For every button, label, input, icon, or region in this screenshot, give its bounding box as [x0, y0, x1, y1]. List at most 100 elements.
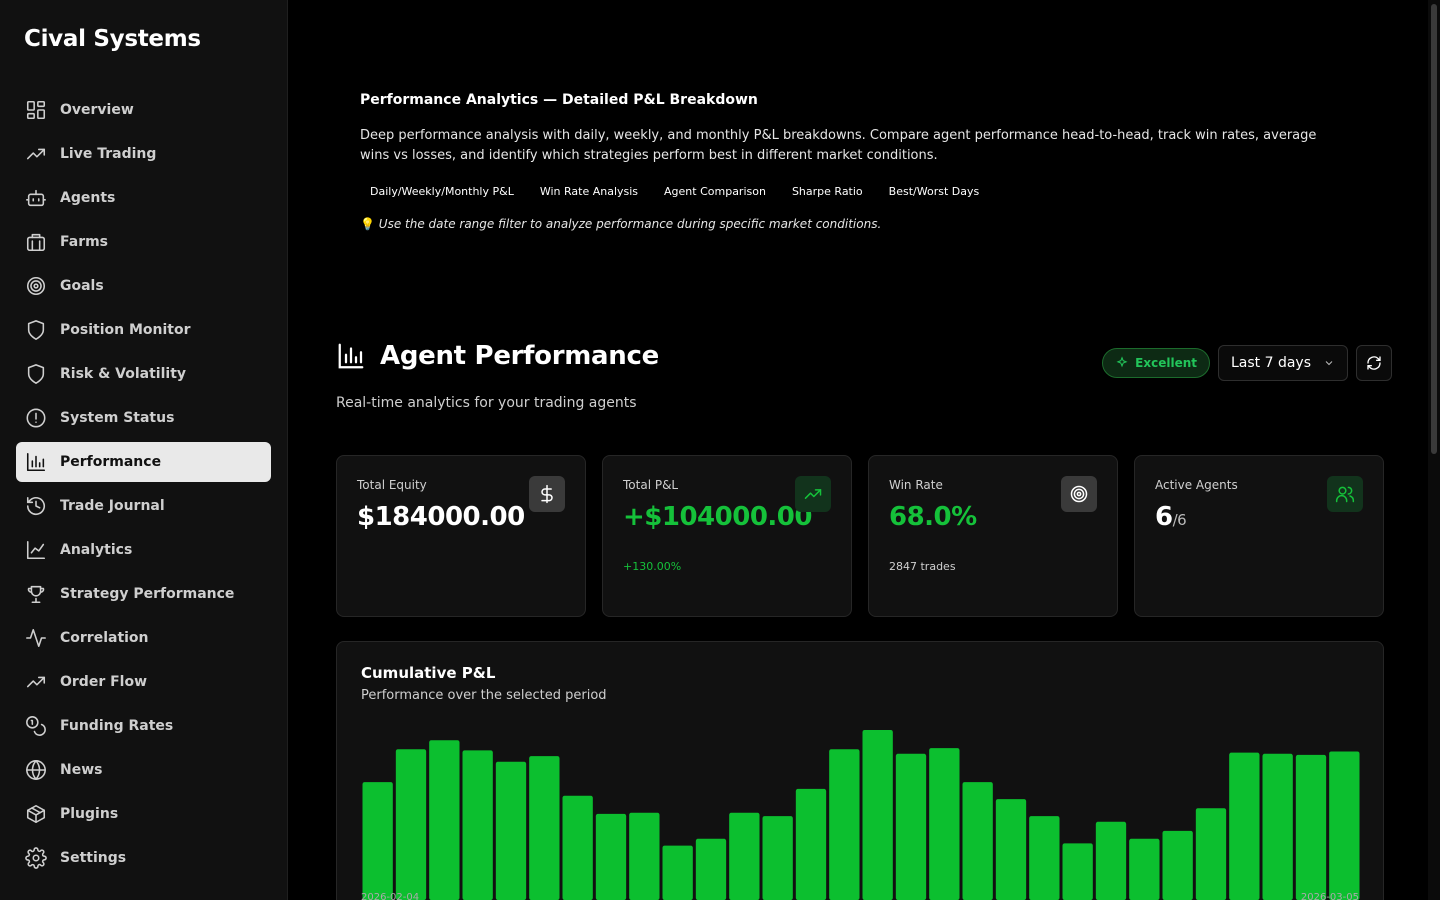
target-icon	[1070, 485, 1088, 503]
target-icon	[24, 274, 48, 298]
sidebar-item-farms[interactable]: Farms	[16, 222, 271, 262]
trophy-icon	[24, 582, 48, 606]
stat-value-main: 6	[1155, 502, 1173, 532]
page-subtitle: Real-time analytics for your trading age…	[336, 395, 637, 411]
sidebar-item-label: Risk & Volatility	[60, 366, 187, 382]
sidebar-item-risk-volatility[interactable]: Risk & Volatility	[16, 354, 271, 394]
shield-icon	[24, 318, 48, 342]
line-chart-icon	[24, 538, 48, 562]
main-content: Performance Analytics — Detailed P&L Bre…	[288, 0, 1440, 900]
grid-icon	[24, 98, 48, 122]
chart-title: Cumulative P&L	[361, 664, 496, 682]
sidebar-item-trade-journal[interactable]: Trade Journal	[16, 486, 271, 526]
bar-chart-icon	[24, 450, 48, 474]
trending-up-icon	[24, 670, 48, 694]
sparkles-icon	[1116, 356, 1128, 368]
chart-bar	[1329, 751, 1360, 900]
chart-bar	[395, 749, 427, 900]
alert-circle-icon	[24, 406, 48, 430]
chart-bar	[595, 813, 627, 900]
chart-bar	[1295, 754, 1327, 900]
sidebar-item-label: Order Flow	[60, 674, 148, 690]
feature-chip: Agent Comparison	[664, 185, 766, 198]
lightbulb-icon: 💡	[360, 217, 375, 231]
chart-bar	[762, 816, 793, 900]
sidebar-item-live-trading[interactable]: Live Trading	[16, 134, 271, 174]
sidebar-item-label: Plugins	[60, 806, 119, 822]
tip-text: Use the date range filter to analyze per…	[378, 217, 882, 231]
sidebar-item-label: News	[60, 762, 103, 778]
chart-bar	[1195, 808, 1227, 900]
chart-subtitle: Performance over the selected period	[361, 688, 607, 703]
x-tick-label-start: 2026-02-04	[361, 892, 420, 900]
sidebar-item-order-flow[interactable]: Order Flow	[16, 662, 271, 702]
sidebar-item-goals[interactable]: Goals	[16, 266, 271, 306]
stat-card-total-pnl: Total P&L +$104000.00 +130.00%	[602, 455, 852, 617]
chart-bar	[929, 748, 960, 900]
stat-card-total-equity: Total Equity $184000.00	[336, 455, 586, 617]
feature-chip: Win Rate Analysis	[539, 185, 639, 198]
sidebar-item-settings[interactable]: Settings	[16, 838, 271, 878]
sidebar-item-performance[interactable]: Performance	[16, 442, 271, 482]
intro-panel: Performance Analytics — Detailed P&L Bre…	[336, 92, 1392, 231]
sidebar-item-label: Position Monitor	[60, 322, 191, 338]
sidebar-item-position-monitor[interactable]: Position Monitor	[16, 310, 271, 350]
chart-bar	[795, 788, 827, 900]
chevron-down-icon	[1325, 361, 1333, 366]
page-title: Agent Performance	[380, 341, 659, 371]
status-badge-label: Excellent	[1135, 356, 1197, 370]
chart-bar	[729, 812, 760, 900]
chart-bar	[1129, 838, 1160, 900]
x-tick-label-end: 2026-03-05	[1300, 892, 1359, 900]
refresh-button[interactable]	[1356, 345, 1392, 381]
scrollbar-thumb[interactable]	[1431, 4, 1437, 454]
sidebar: Cival Systems Overview Live Trading Agents…	[0, 0, 288, 900]
chart-bar	[1162, 830, 1193, 900]
chart-bar	[362, 782, 393, 900]
chart-bar	[695, 838, 727, 900]
sidebar-item-label: System Status	[60, 410, 175, 426]
sidebar-item-agents[interactable]: Agents	[16, 178, 271, 218]
chart-bar	[1029, 816, 1060, 900]
sidebar-item-news[interactable]: News	[16, 750, 271, 790]
stat-card-active-agents: Active Agents 6/6	[1134, 455, 1384, 617]
chart-bar	[662, 845, 693, 900]
feature-chip: Sharpe Ratio	[791, 185, 863, 198]
chart-bar	[1262, 753, 1293, 900]
gear-icon	[24, 846, 48, 870]
chart-bar	[829, 749, 860, 900]
stat-value-suffix: /6	[1172, 511, 1187, 529]
intro-description: Deep performance analysis with daily, we…	[360, 128, 1317, 163]
sidebar-item-plugins[interactable]: Plugins	[16, 794, 271, 834]
sidebar-item-label: Trade Journal	[60, 498, 165, 514]
sidebar-item-label: Goals	[60, 278, 104, 294]
intro-title: Performance Analytics — Detailed P&L Bre…	[360, 92, 758, 108]
chart-bar	[495, 761, 527, 900]
stat-sub: +130.00%	[623, 560, 682, 573]
sidebar-item-label: Overview	[60, 102, 134, 118]
sidebar-item-strategy-performance[interactable]: Strategy Performance	[16, 574, 271, 614]
chart-bar	[1062, 843, 1093, 900]
date-range-select[interactable]: Last 7 days	[1218, 345, 1348, 381]
chart-bar	[1229, 752, 1260, 900]
sidebar-item-system-status[interactable]: System Status	[16, 398, 271, 438]
sidebar-item-correlation[interactable]: Correlation	[16, 618, 271, 658]
sidebar-item-label: Live Trading	[60, 146, 157, 162]
sidebar-nav: Overview Live Trading Agents Farms Goals Posi…	[16, 90, 271, 878]
stat-sub: 2847 trades	[889, 560, 956, 573]
sidebar-item-label: Settings	[60, 850, 127, 866]
scrollbar[interactable]	[1428, 0, 1440, 900]
sidebar-item-label: Agents	[60, 190, 116, 206]
sidebar-item-label: Analytics	[60, 542, 133, 558]
sidebar-item-analytics[interactable]: Analytics	[16, 530, 271, 570]
chart-bar	[895, 753, 927, 900]
dollar-icon	[541, 484, 553, 504]
stat-card-win-rate: Win Rate 68.0% 2847 trades	[868, 455, 1118, 617]
sidebar-item-overview[interactable]: Overview	[16, 90, 271, 130]
sidebar-item-funding-rates[interactable]: Funding Rates	[16, 706, 271, 746]
package-icon	[24, 802, 48, 826]
shield-icon	[24, 362, 48, 386]
globe-icon	[24, 758, 48, 782]
status-badge: Excellent	[1102, 348, 1210, 378]
refresh-icon	[1367, 356, 1381, 370]
